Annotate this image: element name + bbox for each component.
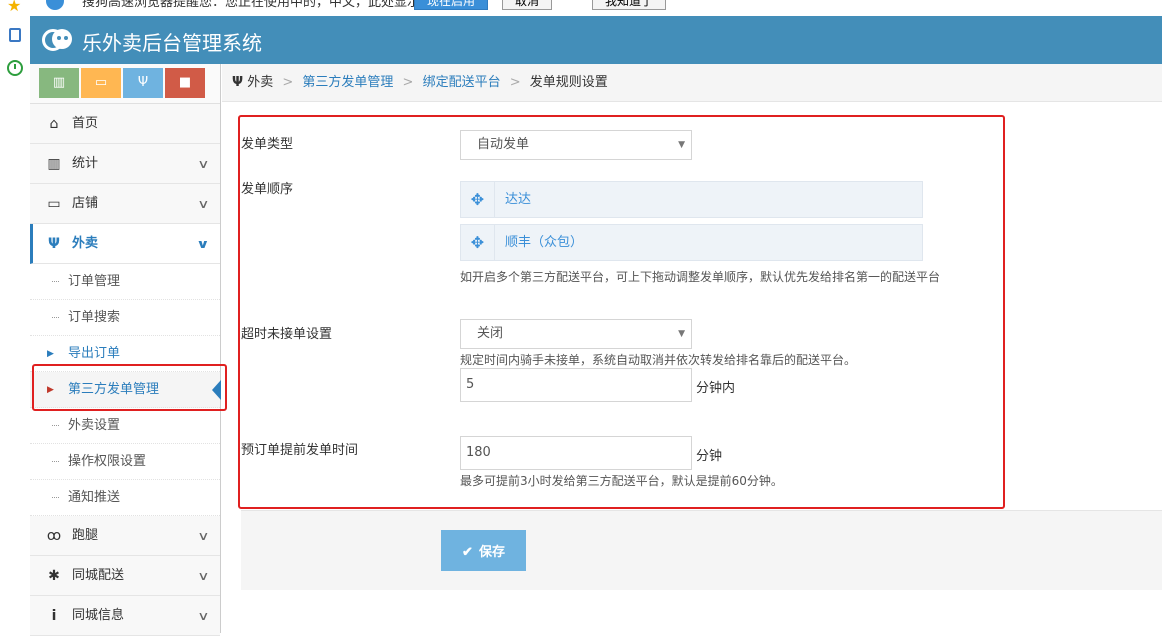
tablet-icon[interactable] [9, 28, 21, 42]
info-icon [46, 0, 64, 10]
highlight-box-form [238, 115, 1005, 509]
bicycle-icon: ꝏ [46, 528, 62, 544]
nav-item-city-delivery[interactable]: ✱ 同城配送 ∨ [30, 556, 220, 596]
nav-item-city-info[interactable]: i 同城信息 ∨ [30, 596, 220, 636]
briefcase-icon[interactable]: ■ [165, 68, 205, 98]
sub-item-label: 订单搜索 [68, 310, 121, 325]
sub-item-label: 外卖设置 [68, 418, 121, 433]
app-header: 乐外卖后台管理系统 [30, 16, 1162, 64]
nav-item-label: 首页 [72, 116, 99, 131]
nav-item-label: 外卖 [72, 236, 99, 251]
chevron-down-icon: ∨ [197, 197, 210, 211]
browser-favorites-strip: ★ [0, 0, 30, 633]
info-icon: i [51, 608, 57, 624]
notice-dismiss-button[interactable]: 我知道了 [592, 0, 667, 10]
clock-icon[interactable] [7, 60, 23, 76]
sub-item-takeout-settings[interactable]: 外卖设置 [30, 408, 220, 444]
nav-item-stats[interactable]: ▥ 统计 ∨ [30, 144, 220, 184]
browser-notice-bar: 搜狗高速浏览器提醒您：您正在使用中的，中文，此处显示最新信息。 现在启用 取消 … [30, 0, 1162, 14]
chevron-down-icon: ∨ [197, 529, 210, 543]
fork-icon: Ψ [48, 236, 60, 252]
sub-item-permission-settings[interactable]: 操作权限设置 [30, 444, 220, 480]
chevron-down-icon: ∨ [197, 569, 210, 583]
shortcut-bar: ▥ ▭ Ψ ■ [30, 64, 220, 104]
sub-item-label: 通知推送 [68, 490, 121, 505]
save-label: 保存 [478, 544, 505, 559]
nav-item-shop[interactable]: ▭ 店铺 ∨ [30, 184, 220, 224]
bar-chart-icon: ▥ [47, 156, 61, 172]
breadcrumb-separator: > [509, 75, 521, 90]
desktop-icon: ▭ [47, 196, 61, 212]
desktop-icon[interactable]: ▭ [81, 68, 121, 98]
app-title: 乐外卖后台管理系统 [82, 31, 262, 55]
breadcrumb-item-third-party[interactable]: 第三方发单管理 [302, 75, 393, 90]
sub-item-label: 导出订单 [68, 346, 121, 361]
logo-icon [42, 26, 72, 54]
sub-item-label: 订单管理 [68, 274, 121, 289]
nav-item-label: 同城信息 [72, 608, 125, 623]
chevron-down-icon: ∨ [196, 237, 210, 251]
save-button[interactable]: ✔ 保存 [441, 530, 526, 571]
check-icon: ✔ [462, 544, 473, 559]
nav-item-label: 店铺 [72, 196, 99, 211]
highlight-box-menu [32, 364, 227, 411]
nav-item-errand[interactable]: ꝏ 跑腿 ∨ [30, 516, 220, 556]
form-actions-bar [241, 510, 1162, 590]
nav-item-label: 统计 [72, 156, 99, 171]
breadcrumb-item-bind-platform[interactable]: 绑定配送平台 [423, 75, 501, 90]
star-icon[interactable]: ★ [7, 0, 23, 14]
bar-chart-icon[interactable]: ▥ [39, 68, 79, 98]
nav-item-home[interactable]: ⌂ 首页 [30, 104, 220, 144]
sub-item-order-management[interactable]: 订单管理 [30, 264, 220, 300]
chevron-down-icon: ∨ [197, 157, 210, 171]
fork-icon[interactable]: Ψ [123, 68, 163, 98]
asterisk-icon: ✱ [48, 568, 60, 584]
notice-enable-button[interactable]: 现在启用 [414, 0, 489, 10]
sub-item-notification-push[interactable]: 通知推送 [30, 480, 220, 516]
breadcrumb-item-takeout[interactable]: 外卖 [247, 75, 273, 90]
sub-item-label: 操作权限设置 [68, 454, 147, 469]
chevron-down-icon: ∨ [197, 609, 210, 623]
sub-item-order-search[interactable]: 订单搜索 [30, 300, 220, 336]
breadcrumb-item-current: 发单规则设置 [529, 75, 608, 90]
fork-icon: Ψ [232, 75, 244, 90]
breadcrumb-separator: > [402, 75, 414, 90]
notice-cancel-button[interactable]: 取消 [502, 0, 553, 10]
sidebar: ▥ ▭ Ψ ■ ⌂ 首页 ▥ 统计 ∨ ▭ 店铺 ∨ Ψ 外卖 ∨ 订单管理 订单搜索… [30, 64, 221, 636]
breadcrumb: Ψ 外卖 > 第三方发单管理 > 绑定配送平台 > 发单规则设置 [222, 64, 1162, 102]
nav-item-label: 同城配送 [72, 568, 125, 583]
home-icon: ⌂ [49, 116, 59, 132]
nav-item-takeout[interactable]: Ψ 外卖 ∨ [30, 224, 220, 264]
breadcrumb-separator: > [282, 75, 294, 90]
nav-item-label: 跑腿 [72, 528, 99, 543]
